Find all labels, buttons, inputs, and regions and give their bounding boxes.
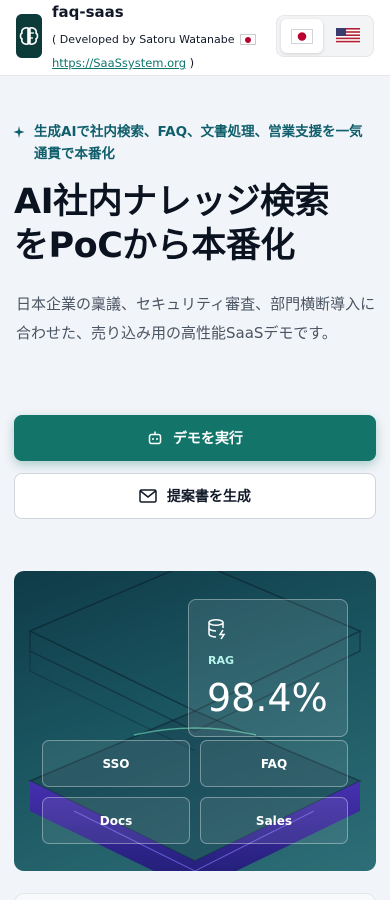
title-line-2: をPoCから本番化: [14, 226, 295, 266]
title-line-1: AI社内ナレッジ検索: [14, 182, 330, 222]
language-en-button[interactable]: [327, 19, 369, 53]
japan-flag-icon: [239, 34, 256, 45]
japan-flag-icon: [291, 28, 313, 44]
database-icon: [208, 618, 226, 640]
developer-url-line: https://SaaSsystem.org ): [52, 56, 194, 70]
run-demo-button[interactable]: デモを実行: [14, 415, 376, 461]
mail-icon: [139, 489, 157, 503]
us-flag-icon: [336, 28, 360, 44]
developer-url-link[interactable]: https://SaaSsystem.org: [52, 56, 186, 70]
next-section-card: [14, 893, 376, 900]
generate-proposal-button[interactable]: 提案書を生成: [14, 473, 376, 519]
hero-visual: RAG 98.4% SSO FAQ Docs Sales: [14, 571, 376, 871]
app-header: faq-saas ( Developed by Satoru Watanabe …: [0, 0, 390, 76]
brain-icon: [19, 27, 39, 45]
robot-icon: [148, 431, 162, 445]
language-switcher: [276, 15, 374, 57]
generate-proposal-label: 提案書を生成: [167, 489, 251, 505]
metric-value: 98.4%: [207, 676, 328, 720]
app-name: faq-saas: [52, 3, 124, 21]
run-demo-label: デモを実行: [173, 431, 243, 447]
feature-chip-docs: Docs: [42, 797, 190, 844]
metric-label: RAG: [208, 654, 235, 667]
developer-credit: ( Developed by Satoru Watanabe: [52, 33, 256, 46]
tagline-text: 生成AIで社内検索、FAQ、文書処理、営業支援を一気通貫で本番化: [34, 124, 363, 162]
app-logo[interactable]: [16, 14, 42, 58]
sparkle-icon: [13, 126, 25, 138]
feature-chip-faq: FAQ: [200, 740, 348, 787]
hero-tagline: 生成AIで社内検索、FAQ、文書処理、営業支援を一気通貫で本番化: [12, 121, 372, 165]
page-title: AI社内ナレッジ検索 をPoCから本番化: [14, 180, 384, 268]
hero-description: 日本企業の稟議、セキュリティ審査、部門横断導入に合わせた、売り込み用の高性能Sa…: [16, 295, 376, 342]
url-suffix: ): [189, 56, 195, 70]
feature-chip-sso: SSO: [42, 740, 190, 787]
rag-metric-card: RAG 98.4%: [188, 599, 348, 737]
developer-text: ( Developed by Satoru Watanabe: [52, 33, 235, 46]
language-ja-button[interactable]: [281, 19, 323, 53]
feature-chip-sales: Sales: [200, 797, 348, 844]
